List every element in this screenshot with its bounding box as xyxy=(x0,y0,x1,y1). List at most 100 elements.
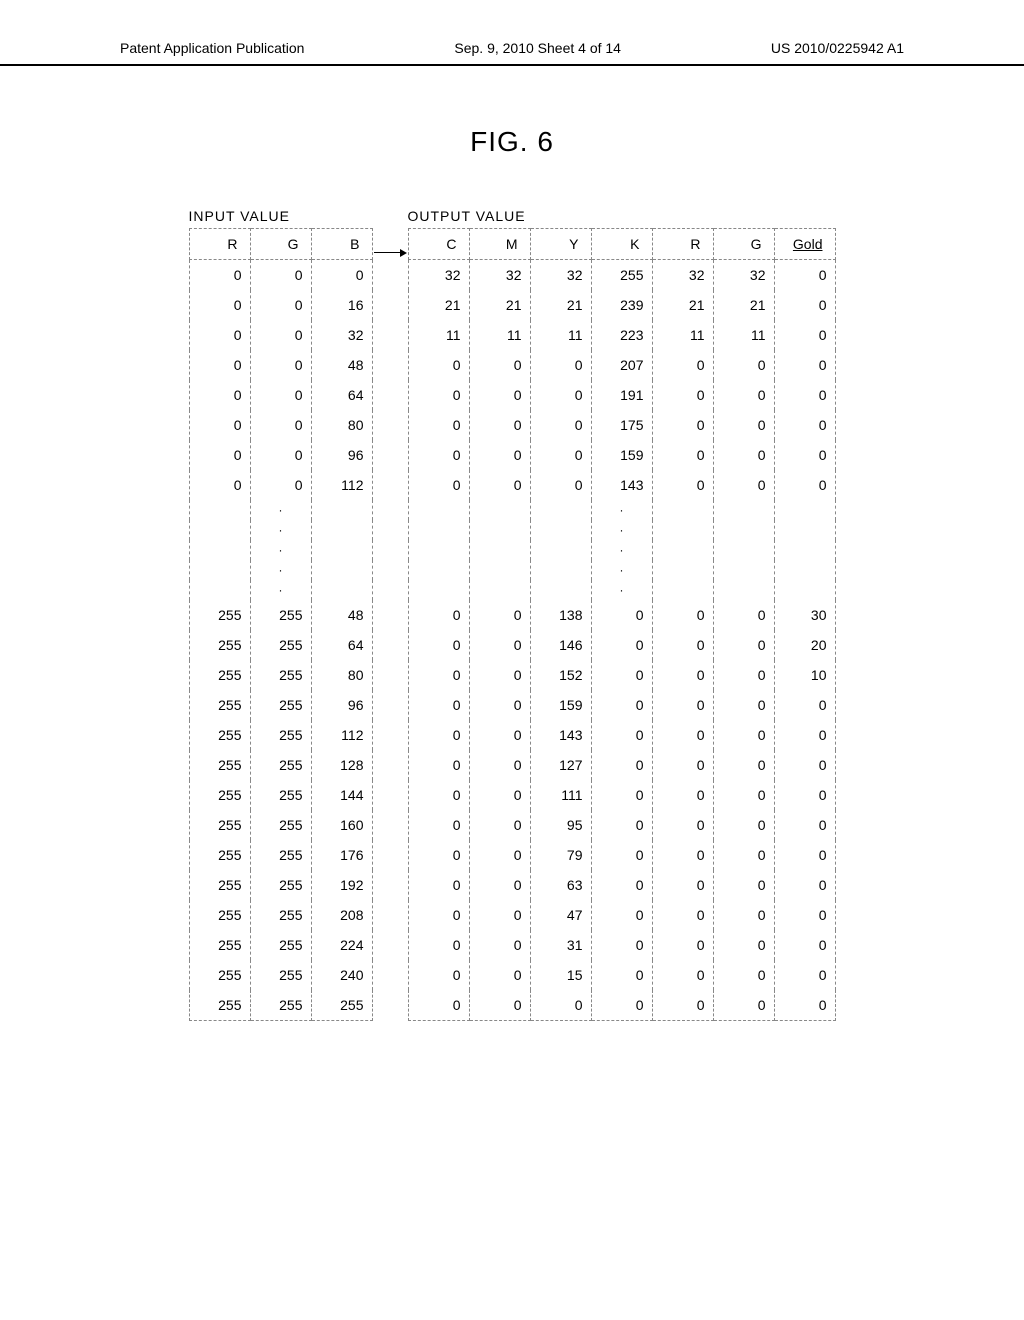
ellipsis-cell: · xyxy=(591,520,652,540)
page-header: Patent Application Publication Sep. 9, 2… xyxy=(0,0,1024,66)
cell: 64 xyxy=(311,380,372,410)
cell: 0 xyxy=(408,870,469,900)
cell: 0 xyxy=(469,960,530,990)
cell: 255 xyxy=(250,960,311,990)
input-header-row: RGB xyxy=(189,229,372,260)
ellipsis-cell xyxy=(189,560,250,580)
cell: 0 xyxy=(713,350,774,380)
table-row: 255255144 xyxy=(189,780,372,810)
cell: 0 xyxy=(469,380,530,410)
ellipsis-cell xyxy=(311,560,372,580)
cell: 0 xyxy=(652,810,713,840)
cell: 0 xyxy=(530,470,591,500)
table-row: 000143000 xyxy=(408,470,835,500)
ellipsis-cell xyxy=(774,580,835,600)
ellipsis-cell xyxy=(530,540,591,560)
cell: 0 xyxy=(713,410,774,440)
cell: 0 xyxy=(774,470,835,500)
cell: 21 xyxy=(713,290,774,320)
cell: 0 xyxy=(713,990,774,1021)
cell: 11 xyxy=(469,320,530,350)
ellipsis-cell xyxy=(311,500,372,520)
cell: 0 xyxy=(713,930,774,960)
cell: 191 xyxy=(591,380,652,410)
cell: 0 xyxy=(530,410,591,440)
cell: 112 xyxy=(311,720,372,750)
cell: 0 xyxy=(713,960,774,990)
cell: 0 xyxy=(408,930,469,960)
cell: 21 xyxy=(408,290,469,320)
cell: 0 xyxy=(311,260,372,291)
cell: 0 xyxy=(530,350,591,380)
cell: 0 xyxy=(591,840,652,870)
ellipsis-cell: · xyxy=(250,500,311,520)
cell: 0 xyxy=(469,410,530,440)
cell: 0 xyxy=(408,630,469,660)
ellipsis-row: · xyxy=(189,540,372,560)
col-header: M xyxy=(469,229,530,260)
table-row: 000191000 xyxy=(408,380,835,410)
ellipsis-cell xyxy=(189,580,250,600)
cell: 0 xyxy=(189,410,250,440)
cell: 255 xyxy=(250,900,311,930)
cell: 0 xyxy=(591,660,652,690)
cell: 0 xyxy=(469,720,530,750)
cell: 255 xyxy=(250,660,311,690)
cell: 255 xyxy=(250,600,311,630)
ellipsis-cell xyxy=(652,500,713,520)
cell: 0 xyxy=(652,660,713,690)
cell: 0 xyxy=(713,630,774,660)
cell: 0 xyxy=(469,660,530,690)
cell: 0 xyxy=(469,780,530,810)
cell: 0 xyxy=(713,600,774,630)
cell: 0 xyxy=(591,870,652,900)
output-table-label: OUTPUT VALUE xyxy=(408,208,836,224)
ellipsis-cell xyxy=(774,520,835,540)
ellipsis-cell xyxy=(469,560,530,580)
cell: 0 xyxy=(189,260,250,291)
cell: 0 xyxy=(774,380,835,410)
cell: 0 xyxy=(250,320,311,350)
cell: 0 xyxy=(408,660,469,690)
table-row: 001430000 xyxy=(408,720,835,750)
cell: 0 xyxy=(591,900,652,930)
table-row: 25525596 xyxy=(189,690,372,720)
output-table: CMYKRGGold 32323225532320212121239212101… xyxy=(408,228,836,1021)
cell: 0 xyxy=(652,690,713,720)
ellipsis-cell xyxy=(189,500,250,520)
cell: 0 xyxy=(469,750,530,780)
cell: 0 xyxy=(250,470,311,500)
cell: 255 xyxy=(189,810,250,840)
ellipsis-cell xyxy=(311,580,372,600)
cell: 0 xyxy=(591,630,652,660)
cell: 0 xyxy=(713,840,774,870)
cell: 0 xyxy=(469,470,530,500)
cell: 176 xyxy=(311,840,372,870)
table-row: 00470000 xyxy=(408,900,835,930)
cell: 0 xyxy=(591,810,652,840)
table-row: 255255192 xyxy=(189,870,372,900)
cell: 159 xyxy=(591,440,652,470)
col-header: Y xyxy=(530,229,591,260)
cell: 0 xyxy=(652,470,713,500)
table-row: 0013800030 xyxy=(408,600,835,630)
cell: 0 xyxy=(408,990,469,1021)
cell: 0 xyxy=(408,600,469,630)
cell: 0 xyxy=(469,990,530,1021)
ellipsis-cell: · xyxy=(250,520,311,540)
cell: 0 xyxy=(469,870,530,900)
ellipsis-cell: · xyxy=(591,580,652,600)
cell: 255 xyxy=(189,750,250,780)
cell: 0 xyxy=(713,440,774,470)
cell: 255 xyxy=(189,780,250,810)
cell: 0 xyxy=(408,350,469,380)
ellipsis-cell xyxy=(530,520,591,540)
cell: 255 xyxy=(250,720,311,750)
cell: 0 xyxy=(713,810,774,840)
cell: 0 xyxy=(652,630,713,660)
col-header: R xyxy=(189,229,250,260)
cell: 146 xyxy=(530,630,591,660)
cell: 0 xyxy=(652,900,713,930)
cell: 0 xyxy=(652,780,713,810)
cell: 255 xyxy=(250,930,311,960)
